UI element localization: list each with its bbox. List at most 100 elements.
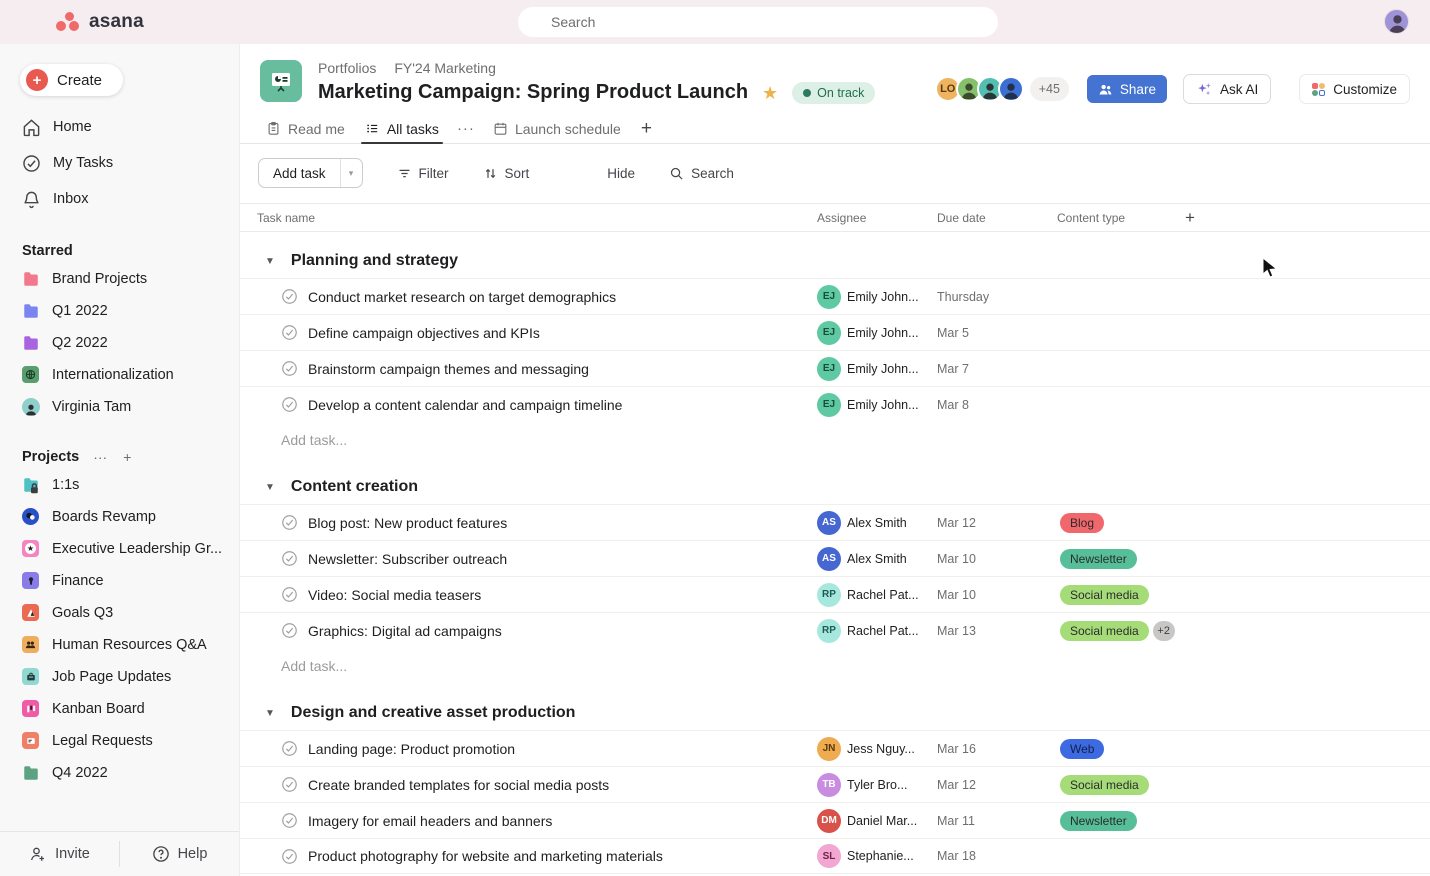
table-row[interactable]: Brainstorm campaign themes and messaging… (240, 350, 1430, 386)
sidebar-item-finance[interactable]: Finance (0, 565, 239, 597)
breadcrumb-portfolios[interactable]: Portfolios (318, 60, 376, 76)
share-button[interactable]: Share (1087, 75, 1167, 103)
sidebar-item-kanban-board[interactable]: Kanban Board (0, 693, 239, 725)
due-date[interactable]: Mar 13 (925, 624, 1045, 638)
projects-add-icon[interactable]: + (123, 449, 131, 465)
table-row[interactable]: Imagery for email headers and banners DM… (240, 802, 1430, 838)
due-date[interactable]: Thursday (925, 290, 1045, 304)
task-name[interactable]: Product photography for website and mark… (308, 848, 663, 864)
search-input[interactable]: Search (518, 7, 998, 37)
sidebar-item-q4-2022[interactable]: Q4 2022 (0, 757, 239, 789)
task-check-icon[interactable] (281, 514, 298, 531)
due-date[interactable]: Mar 5 (925, 326, 1045, 340)
task-check-icon[interactable] (281, 550, 298, 567)
table-row[interactable]: Newsletter: Subscriber outreach ASAlex S… (240, 540, 1430, 576)
sidebar-item-my-tasks[interactable]: My Tasks (0, 145, 239, 181)
due-date[interactable]: Mar 7 (925, 362, 1045, 376)
sidebar-item-boards-revamp[interactable]: Boards Revamp (0, 501, 239, 533)
task-name[interactable]: Imagery for email headers and banners (308, 813, 552, 829)
column-task-name[interactable]: Task name (240, 211, 805, 225)
status-badge[interactable]: On track (792, 82, 875, 104)
task-name[interactable]: Develop a content calendar and campaign … (308, 397, 622, 413)
ask-ai-button[interactable]: Ask AI (1183, 74, 1271, 104)
add-task-row[interactable]: Add task... (240, 648, 1430, 684)
task-check-icon[interactable] (281, 740, 298, 757)
task-check-icon[interactable] (281, 360, 298, 377)
sidebar-item-goals-q3[interactable]: Goals Q3 (0, 597, 239, 629)
table-row[interactable]: Develop a content calendar and campaign … (240, 386, 1430, 422)
task-name[interactable]: Define campaign objectives and KPIs (308, 325, 540, 341)
section-header[interactable]: ▼ Content creation (240, 470, 1430, 504)
sidebar-item-internationalization[interactable]: Internationalization (0, 359, 239, 391)
due-date[interactable]: Mar 8 (925, 398, 1045, 412)
table-row[interactable]: Video: Social media teasers RPRachel Pat… (240, 576, 1430, 612)
customize-button[interactable]: Customize (1299, 74, 1410, 104)
column-due-date[interactable]: Due date (925, 211, 1045, 225)
table-row[interactable]: Define campaign objectives and KPIs EJEm… (240, 314, 1430, 350)
add-task-row[interactable]: Add task... (240, 422, 1430, 458)
content-type-tag[interactable]: Web (1060, 739, 1104, 759)
sidebar-item-legal-requests[interactable]: Legal Requests (0, 725, 239, 757)
star-icon[interactable]: ★ (762, 84, 778, 102)
add-tab-icon[interactable]: + (633, 118, 660, 140)
task-name[interactable]: Video: Social media teasers (308, 587, 481, 603)
filter-button[interactable]: Filter (397, 166, 449, 181)
task-check-icon[interactable] (281, 586, 298, 603)
task-check-icon[interactable] (281, 324, 298, 341)
due-date[interactable]: Mar 10 (925, 552, 1045, 566)
due-date[interactable]: Mar 12 (925, 778, 1045, 792)
task-check-icon[interactable] (281, 848, 298, 865)
sidebar-item-home[interactable]: Home (0, 109, 239, 145)
content-type-tag[interactable]: Blog (1060, 513, 1104, 533)
table-row[interactable]: Conduct market research on target demogr… (240, 278, 1430, 314)
sidebar-item-job-page-updates[interactable]: Job Page Updates (0, 661, 239, 693)
table-row[interactable]: Graphics: Digital ad campaigns RPRachel … (240, 612, 1430, 648)
help-button[interactable]: Help (120, 845, 239, 863)
section-header[interactable]: ▼ Design and creative asset production (240, 696, 1430, 730)
tab-read-me[interactable]: Read me (258, 114, 353, 143)
column-assignee[interactable]: Assignee (805, 211, 925, 225)
table-row[interactable]: Create branded templates for social medi… (240, 766, 1430, 802)
table-row[interactable]: Landing page: Product promotion JNJess N… (240, 730, 1430, 766)
task-name[interactable]: Graphics: Digital ad campaigns (308, 623, 502, 639)
tab-all-tasks[interactable]: All tasks (357, 114, 447, 143)
table-row[interactable]: Blog post: New product features ASAlex S… (240, 504, 1430, 540)
table-row[interactable]: Product photography for website and mark… (240, 838, 1430, 874)
sidebar-item-q2-2022[interactable]: Q2 2022 (0, 327, 239, 359)
projects-more-icon[interactable]: ··· (93, 449, 107, 465)
add-column-icon[interactable]: + (1175, 208, 1430, 228)
invite-button[interactable]: Invite (0, 845, 119, 863)
collapse-caret-icon[interactable]: ▼ (265, 482, 275, 493)
hide-button[interactable]: Hide (607, 166, 635, 181)
sidebar-item-virginia-tam[interactable]: Virginia Tam (0, 391, 239, 423)
create-button[interactable]: + Create (20, 64, 123, 96)
due-date[interactable]: Mar 11 (925, 814, 1045, 828)
task-name[interactable]: Newsletter: Subscriber outreach (308, 551, 507, 567)
due-date[interactable]: Mar 18 (925, 849, 1045, 863)
due-date[interactable]: Mar 16 (925, 742, 1045, 756)
collapse-caret-icon[interactable]: ▼ (265, 708, 275, 719)
task-check-icon[interactable] (281, 622, 298, 639)
search-tasks-button[interactable]: Search (669, 166, 734, 181)
due-date[interactable]: Mar 12 (925, 516, 1045, 530)
task-check-icon[interactable] (281, 776, 298, 793)
task-check-icon[interactable] (281, 288, 298, 305)
more-members-count[interactable]: +45 (1030, 77, 1069, 101)
content-type-tag[interactable]: Social media (1060, 621, 1149, 641)
task-name[interactable]: Create branded templates for social medi… (308, 777, 609, 793)
task-name[interactable]: Blog post: New product features (308, 515, 507, 531)
task-check-icon[interactable] (281, 812, 298, 829)
section-header[interactable]: ▼ Planning and strategy (240, 244, 1430, 278)
sort-button[interactable]: Sort (483, 166, 530, 181)
sidebar-item-inbox[interactable]: Inbox (0, 181, 239, 217)
sidebar-item-human-resources[interactable]: Human Resources Q&A (0, 629, 239, 661)
more-tags-badge[interactable]: +2 (1153, 621, 1175, 641)
tab-more-icon[interactable]: ··· (451, 120, 481, 137)
chevron-down-icon[interactable]: ▾ (340, 159, 362, 187)
tab-launch-schedule[interactable]: Launch schedule (485, 114, 629, 143)
sidebar-item-q1-2022[interactable]: Q1 2022 (0, 295, 239, 327)
content-type-tag[interactable]: Social media (1060, 775, 1149, 795)
due-date[interactable]: Mar 10 (925, 588, 1045, 602)
task-check-icon[interactable] (281, 396, 298, 413)
sidebar-item-brand-projects[interactable]: Brand Projects (0, 263, 239, 295)
